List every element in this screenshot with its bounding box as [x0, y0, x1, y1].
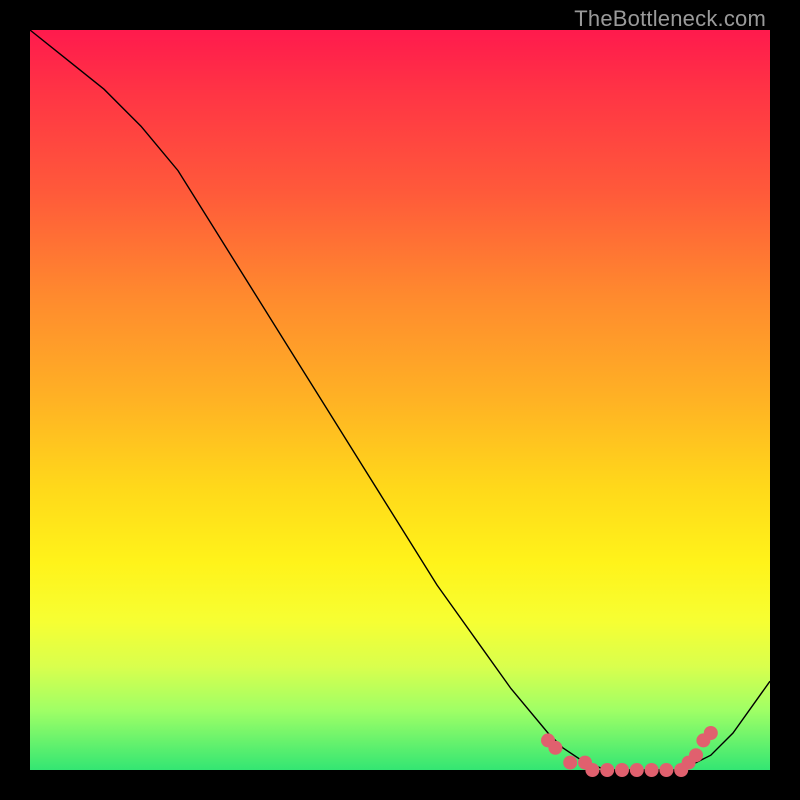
highlight-dot	[645, 763, 659, 777]
highlight-dot	[689, 748, 703, 762]
highlight-dot	[563, 756, 577, 770]
highlight-dot	[659, 763, 673, 777]
chart-frame: TheBottleneck.com	[0, 0, 800, 800]
highlight-dot	[548, 741, 562, 755]
highlight-dot	[585, 763, 599, 777]
highlight-dot	[704, 726, 718, 740]
chart-svg	[30, 30, 770, 770]
watermark-text: TheBottleneck.com	[574, 6, 766, 32]
highlight-dot	[630, 763, 644, 777]
highlight-dot	[615, 763, 629, 777]
bottleneck-curve	[30, 30, 770, 770]
highlight-dot	[600, 763, 614, 777]
